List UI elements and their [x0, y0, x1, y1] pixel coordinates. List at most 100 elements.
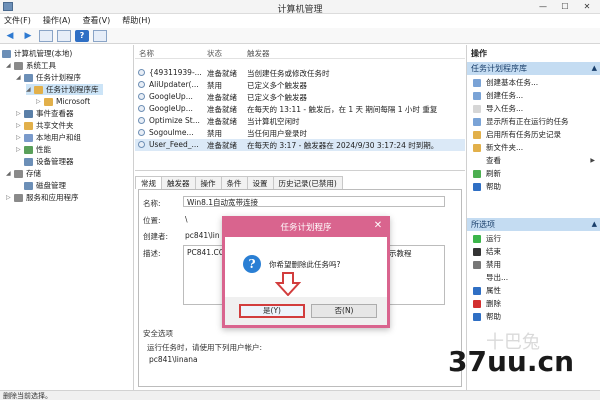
- column-name[interactable]: 名称: [139, 48, 154, 59]
- action-new-folder[interactable]: 新文件夹...: [467, 142, 600, 154]
- action-export[interactable]: 导出...: [467, 272, 600, 284]
- tree-node-services-apps[interactable]: ▷ 服务和应用程序: [6, 192, 79, 203]
- menu-view[interactable]: 查看(V): [83, 14, 111, 28]
- action-help[interactable]: 帮助: [467, 181, 600, 193]
- action-disable[interactable]: 禁用: [467, 259, 600, 271]
- collapse-icon[interactable]: ◢: [6, 62, 13, 69]
- dialog-message: 你希望删除此任务吗?: [269, 260, 341, 269]
- new-folder-icon: [473, 143, 481, 152]
- column-triggers[interactable]: 触发器: [247, 48, 270, 59]
- action-end[interactable]: 结束: [467, 246, 600, 258]
- action-delete[interactable]: 删除: [467, 298, 600, 310]
- action-refresh[interactable]: 刷新: [467, 168, 600, 180]
- shared-folder-icon: [24, 121, 33, 130]
- dialog-title: 任务计划程序: [225, 219, 387, 237]
- action-show-running-tasks[interactable]: 显示所有正在运行的任务: [467, 116, 600, 128]
- properties-icon: [473, 286, 481, 295]
- help-icon[interactable]: ?: [75, 29, 89, 42]
- task-row[interactable]: Sogoulme... 禁用 当任何用户登录时: [135, 127, 465, 139]
- task-row[interactable]: {49311939-... 准备就绪 当创建任务或修改任务时: [135, 67, 465, 79]
- location-label: 位置:: [143, 216, 161, 225]
- task-row[interactable]: Optimize St... 准备就绪 当计算机空闲时: [135, 115, 465, 127]
- run-as-value: pc841\linana: [149, 355, 198, 364]
- back-arrow-icon[interactable]: ◀: [3, 30, 17, 42]
- tree-node-local-users[interactable]: ▷ 本地用户和组: [16, 132, 81, 143]
- action-properties[interactable]: 属性: [467, 285, 600, 297]
- task-row[interactable]: GoogleUp... 准备就绪 在每天的 13:11 - 触发后，在 1 天 …: [135, 103, 465, 115]
- tab-settings[interactable]: 设置: [246, 176, 274, 189]
- collapse-caret-icon[interactable]: ▲: [592, 62, 597, 75]
- menu-file[interactable]: 文件(F): [4, 14, 31, 28]
- tree-node-task-scheduler[interactable]: ◢ 任务计划程序: [16, 72, 81, 83]
- yes-button[interactable]: 是(Y): [239, 304, 305, 318]
- tree-node-disk-management[interactable]: 磁盘管理: [24, 180, 66, 191]
- submenu-arrow-icon: ▶: [590, 157, 595, 165]
- minimize-icon[interactable]: —: [532, 0, 554, 14]
- forward-arrow-icon[interactable]: ▶: [21, 30, 35, 42]
- description-label: 描述:: [143, 249, 161, 258]
- task-row[interactable]: AliUpdater(... 禁用 已定义多个触发器: [135, 79, 465, 91]
- actions-section-library[interactable]: 任务计划程序库 ▲: [467, 62, 600, 75]
- description-value-tail: 示教程: [389, 249, 412, 258]
- action-create-task[interactable]: 创建任务...: [467, 90, 600, 102]
- actions-section-selected[interactable]: 所选项 ▲: [467, 218, 600, 231]
- help-icon: [473, 312, 481, 321]
- running-tasks-icon: [473, 117, 481, 126]
- action-enable-history[interactable]: 启用所有任务历史记录: [467, 129, 600, 141]
- disk-icon: [24, 181, 33, 190]
- task-icon: [473, 78, 481, 87]
- expand-icon[interactable]: ▷: [16, 134, 23, 141]
- tab-actions[interactable]: 操作: [194, 176, 222, 189]
- maximize-icon[interactable]: ☐: [554, 0, 576, 14]
- menu-action[interactable]: 操作(A): [43, 14, 71, 28]
- tab-conditions[interactable]: 条件: [220, 176, 248, 189]
- tab-general[interactable]: 常规: [135, 176, 162, 189]
- collapse-icon[interactable]: ◢: [26, 86, 33, 93]
- folder-up-icon[interactable]: [39, 29, 53, 42]
- tree-node-computer-management[interactable]: 计算机管理(本地): [2, 48, 72, 59]
- expand-icon[interactable]: ▷: [16, 122, 23, 129]
- collapse-icon[interactable]: ◢: [6, 170, 13, 177]
- dialog-close-icon[interactable]: ✕: [371, 220, 385, 231]
- tree-node-system-tools[interactable]: ◢ 系统工具: [6, 60, 56, 71]
- tree-node-task-library[interactable]: ◢ 任务计划程序库: [26, 84, 103, 95]
- tab-history[interactable]: 历史记录(已禁用): [272, 176, 343, 189]
- tree-node-microsoft[interactable]: ▷ Microsoft: [36, 96, 90, 107]
- services-icon: [14, 193, 23, 202]
- collapse-icon[interactable]: ◢: [16, 74, 23, 81]
- expand-icon[interactable]: ▷: [36, 98, 43, 105]
- expand-icon[interactable]: ▷: [16, 146, 23, 153]
- console-pane-icon[interactable]: [93, 29, 107, 42]
- tree-node-performance[interactable]: ▷ 性能: [16, 144, 51, 155]
- close-icon[interactable]: ✕: [576, 0, 598, 14]
- show-hide-tree-icon[interactable]: [57, 29, 71, 42]
- action-import-task[interactable]: 导入任务...: [467, 103, 600, 115]
- folder-icon: [34, 85, 43, 94]
- task-list: 名称 状态 触发器 {49311939-... 准备就绪 当创建任务或修改任务时…: [135, 45, 465, 171]
- tree-node-storage[interactable]: ◢ 存储: [6, 168, 41, 179]
- action-view[interactable]: 查看 ▶: [467, 155, 600, 167]
- tab-triggers[interactable]: 触发器: [161, 176, 196, 189]
- task-row[interactable]: GoogleUp... 准备就绪 已定义多个触发器: [135, 91, 465, 103]
- security-options-label: 安全选项: [143, 329, 173, 338]
- expand-icon[interactable]: ▷: [16, 110, 23, 117]
- task-icon: [138, 105, 145, 112]
- column-status[interactable]: 状态: [207, 48, 222, 59]
- question-icon: ?: [243, 255, 261, 273]
- task-icon: [473, 91, 481, 100]
- task-row-selected[interactable]: User_Feed_... 准备就绪 在每天的 3:17 - 触发器在 2024…: [135, 139, 465, 151]
- tree-node-shared-folders[interactable]: ▷ 共享文件夹: [16, 120, 74, 131]
- menu-bar: 文件(F) 操作(A) 查看(V) 帮助(H): [0, 14, 600, 28]
- collapse-caret-icon[interactable]: ▲: [592, 218, 597, 231]
- tree-node-device-manager[interactable]: 设备管理器: [24, 156, 74, 167]
- refresh-icon: [473, 169, 481, 178]
- expand-icon[interactable]: ▷: [6, 194, 13, 201]
- no-button[interactable]: 否(N): [311, 304, 377, 318]
- tree-node-event-viewer[interactable]: ▷ 事件查看器: [16, 108, 74, 119]
- action-help-selected[interactable]: 帮助: [467, 311, 600, 323]
- action-create-basic-task[interactable]: 创建基本任务...: [467, 77, 600, 89]
- action-run[interactable]: 运行: [467, 233, 600, 245]
- blank-icon: [473, 157, 481, 165]
- confirm-delete-dialog: 任务计划程序 ✕ ? 你希望删除此任务吗? 是(Y) 否(N): [222, 216, 390, 328]
- menu-help[interactable]: 帮助(H): [122, 14, 150, 28]
